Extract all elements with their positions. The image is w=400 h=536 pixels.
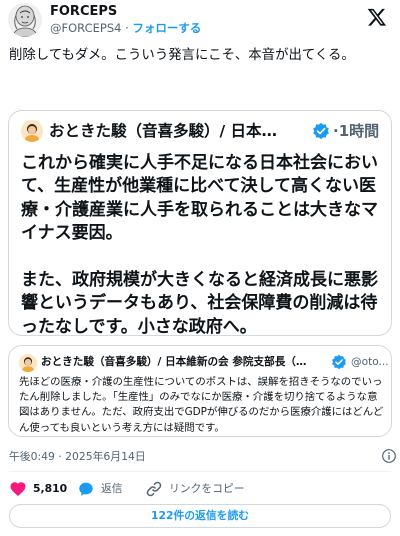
person-avatar-icon — [19, 354, 37, 372]
x-logo-icon[interactable] — [366, 7, 388, 27]
image-card-body: これから確実に人手不足になる日本社会において、生産性が他業種に比べて決して高くな… — [21, 153, 378, 336]
quote-author-name: おときた駿（音喜多駿）/ 日本維新の会 参院支部長（… — [41, 356, 307, 368]
quote-author-handle: @oto... — [351, 356, 389, 368]
author-display-name[interactable]: FORCEPS — [50, 4, 117, 20]
verified-badge-icon — [313, 122, 329, 140]
quote-body: 先ほどの医療・介護の生産性についてのポストは、誤解を招きそうなのでいったん削除し… — [19, 376, 384, 434]
author-handle[interactable]: @FORCEPS4 — [50, 21, 121, 35]
image-card-avatar — [21, 120, 43, 142]
quote-avatar — [19, 354, 37, 372]
tweet-text: 削除してもダメ。こういう発言にこそ、本音が出てくる。 — [9, 48, 355, 63]
verified-badge-icon — [332, 354, 346, 370]
copy-link-label: リンクをコピー — [169, 482, 245, 495]
image-card-author-name: おときた駿（音喜多駿）/ 日本… — [49, 122, 278, 140]
tweet-meta-row: 午後0:49 · 2025年6月14日 — [9, 448, 396, 466]
heart-icon — [10, 482, 26, 497]
author-avatar[interactable] — [8, 3, 42, 37]
link-icon — [146, 481, 162, 497]
tweet-header: FORCEPS @FORCEPS4 · フォローする — [0, 0, 400, 40]
person-avatar-icon — [21, 120, 43, 142]
quoted-tweet[interactable]: おときた駿（音喜多駿）/ 日本維新の会 参院支部長（… @oto... 先ほどの… — [8, 345, 392, 437]
tweet-image-card[interactable]: おときた駿（音喜多駿）/ 日本… ·1時間 これから確実に人手不足になる日本社会… — [8, 110, 392, 336]
divider — [9, 471, 391, 472]
read-replies-button[interactable]: 122件の返信を読む — [9, 504, 391, 528]
like-count: 5,810 — [33, 482, 68, 495]
image-card-header: おときた駿（音喜多駿）/ 日本… ·1時間 — [19, 116, 383, 146]
follow-button[interactable]: フォローする — [132, 21, 201, 35]
like-button[interactable]: 5,810 — [9, 479, 67, 499]
reply-label: 返信 — [101, 482, 123, 495]
tweet-timestamp[interactable]: 午後0:49 · 2025年6月14日 — [9, 450, 146, 463]
action-bar: 5,810 返信 リンクをコピー — [9, 479, 389, 499]
separator-dot: · — [125, 21, 129, 35]
reply-bubble-icon — [79, 482, 93, 496]
author-handle-row: @FORCEPS4 · フォローする — [50, 21, 201, 36]
portrait-icon — [8, 3, 42, 37]
reply-button[interactable]: 返信 — [77, 479, 123, 499]
copy-link-button[interactable]: リンクをコピー — [145, 479, 245, 499]
image-card-time: ·1時間 — [333, 122, 380, 140]
info-icon[interactable] — [381, 448, 397, 464]
